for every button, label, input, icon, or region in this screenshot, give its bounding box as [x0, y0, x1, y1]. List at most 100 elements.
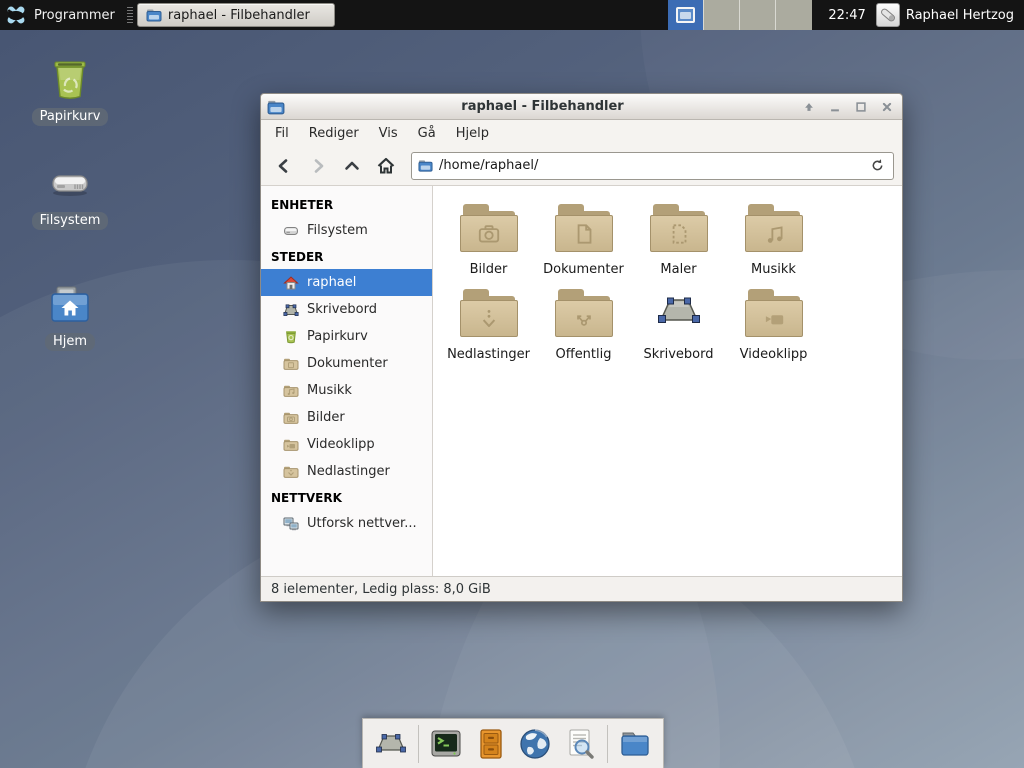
sidebar-item-downloads[interactable]: Nedlastinger [261, 458, 432, 485]
file-item-pictures[interactable]: Bilder [441, 204, 536, 277]
show-desktop-button[interactable] [373, 726, 409, 762]
desktop-icon-home[interactable]: Hjem [22, 281, 118, 351]
back-button[interactable] [269, 152, 299, 180]
sidebar-item-label: Utforsk nettver... [307, 516, 417, 531]
forward-arrow-icon [309, 157, 327, 175]
window-title: raphael - Filbehandler [285, 99, 800, 114]
menu-go[interactable]: Gå [410, 123, 444, 144]
sidebar-item-home[interactable]: raphael [261, 269, 432, 296]
maximize-button[interactable] [852, 98, 870, 116]
path-folder-icon [418, 158, 433, 173]
sidebar-item-browse-network[interactable]: Utforsk nettver... [261, 510, 432, 537]
minimize-icon [828, 100, 842, 114]
workspace-3[interactable] [740, 0, 776, 30]
web-browser-launcher[interactable] [517, 726, 553, 762]
folder-icon [283, 410, 299, 426]
up-button[interactable] [337, 152, 367, 180]
sidebar-item-music[interactable]: Musikk [261, 377, 432, 404]
file-item-label: Videoklipp [740, 347, 808, 362]
workspace-window-thumbnail [676, 7, 695, 23]
path-input[interactable] [439, 158, 861, 173]
dock-separator [418, 725, 419, 763]
file-item-label: Musikk [751, 262, 796, 277]
sidebar-item-label: Filsystem [307, 223, 368, 238]
file-item-label: Offentlig [556, 347, 612, 362]
desktop-icon [283, 302, 299, 318]
path-bar[interactable] [411, 152, 894, 180]
menubar: Fil Rediger Vis Gå Hjelp [261, 120, 902, 146]
file-manager-folder-icon [618, 727, 652, 761]
sidebar-header-devices: ENHETER [261, 192, 432, 217]
sidebar-item-label: Papirkurv [307, 329, 368, 344]
applications-menu-button[interactable]: Programmer [0, 0, 125, 30]
home-icon [376, 156, 396, 176]
menu-help[interactable]: Hjelp [448, 123, 497, 144]
desktop-icon-filesystem[interactable]: Filsystem [22, 160, 118, 230]
file-item-label: Nedlastinger [447, 347, 530, 362]
sidebar-item-videos[interactable]: Videoklipp [261, 431, 432, 458]
forward-button[interactable] [303, 152, 333, 180]
terminal-launcher[interactable] [428, 726, 464, 762]
workspace-4[interactable] [776, 0, 812, 30]
reload-button[interactable] [867, 156, 887, 176]
home-button[interactable] [371, 152, 401, 180]
workspace-1[interactable] [668, 0, 704, 30]
terminal-icon [429, 727, 463, 761]
sidebar-item-filesystem[interactable]: Filsystem [261, 217, 432, 244]
close-icon [880, 100, 894, 114]
file-item-downloads[interactable]: Nedlastinger [441, 289, 536, 362]
close-button[interactable] [878, 98, 896, 116]
desktop-icon-trash[interactable]: Papirkurv [22, 56, 118, 126]
folder-documents-icon [555, 204, 613, 252]
taskbar-window-label: raphael - Filbehandler [168, 8, 310, 23]
folder-downloads-icon [460, 289, 518, 337]
sidebar-item-trash[interactable]: Papirkurv [261, 323, 432, 350]
file-item-documents[interactable]: Dokumenter [536, 204, 631, 277]
workspace-2[interactable] [704, 0, 740, 30]
show-desktop-icon [374, 727, 408, 761]
folder-icon [283, 464, 299, 480]
file-item-public[interactable]: Offentlig [536, 289, 631, 362]
menu-file[interactable]: Fil [267, 123, 297, 144]
shade-button[interactable] [800, 98, 818, 116]
sidebar-item-label: Nedlastinger [307, 464, 390, 479]
workspace-switcher[interactable] [668, 0, 812, 30]
file-item-label: Skrivebord [643, 347, 713, 362]
taskbar-window-button[interactable]: raphael - Filbehandler [137, 3, 335, 27]
file-cabinet-launcher[interactable] [473, 726, 509, 762]
sidebar-item-label: Musikk [307, 383, 352, 398]
maximize-icon [854, 100, 868, 114]
folder-window-icon [146, 7, 162, 23]
file-item-label: Maler [660, 262, 696, 277]
session-status-button[interactable] [876, 3, 900, 27]
file-list-view[interactable]: Bilder D [433, 186, 902, 576]
shade-arrow-icon [802, 100, 816, 114]
sidebar-item-documents[interactable]: Dokumenter [261, 350, 432, 377]
sidebar-item-desktop[interactable]: Skrivebord [261, 296, 432, 323]
titlebar[interactable]: raphael - Filbehandler [261, 94, 902, 120]
menu-edit[interactable]: Rediger [301, 123, 367, 144]
menu-view[interactable]: Vis [371, 123, 406, 144]
taskbar-drag-handle[interactable] [127, 7, 133, 23]
desktop-icon-label: Filsystem [32, 212, 109, 230]
toolbar [261, 146, 902, 186]
file-item-templates[interactable]: Maler [631, 204, 726, 277]
file-item-videos[interactable]: Videoklipp [726, 289, 821, 362]
sidebar-item-pictures[interactable]: Bilder [261, 404, 432, 431]
panel-user-name[interactable]: Raphael Hertzog [906, 8, 1024, 23]
file-cabinet-icon [474, 727, 508, 761]
file-manager-window: raphael - Filbehandler [260, 93, 903, 602]
minimize-button[interactable] [826, 98, 844, 116]
file-item-music[interactable]: Musikk [726, 204, 821, 277]
status-bar: 8 ielementer, Ledig plass: 8,0 GiB [261, 576, 902, 601]
camera-glyph [476, 221, 502, 247]
file-manager-launcher[interactable] [617, 726, 653, 762]
home-folder-icon [46, 281, 94, 329]
sidebar-item-label: raphael [307, 275, 356, 290]
desktop-icon-label: Hjem [45, 333, 95, 351]
application-finder-launcher[interactable] [562, 726, 598, 762]
panel-clock[interactable]: 22:47 [812, 8, 875, 23]
folder-icon [283, 356, 299, 372]
file-item-desktop[interactable]: Skrivebord [631, 289, 726, 362]
bottom-dock [362, 718, 664, 768]
